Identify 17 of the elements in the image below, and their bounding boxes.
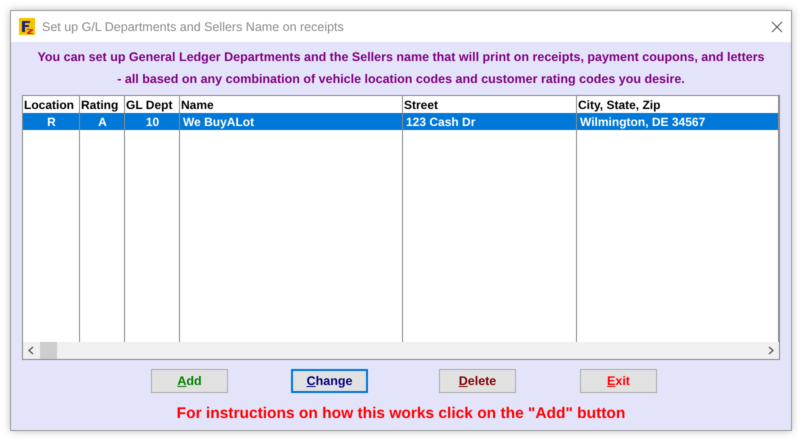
table-cell[interactable]: We BuyALot <box>180 113 403 130</box>
table-cell[interactable]: 10 <box>125 113 180 130</box>
table-cell[interactable]: R <box>23 113 80 130</box>
intro-text: - all based on any combination of vehicle location codes and customer rating codes you desire. <box>116 71 686 88</box>
table-cell[interactable]: A <box>80 113 125 130</box>
delete-button[interactable]: Delete <box>439 369 516 393</box>
instructions-text: For instructions on how this works click on the "Add" button <box>176 404 626 423</box>
add-button[interactable]: Add <box>151 369 228 393</box>
change-button[interactable]: Change <box>291 369 368 393</box>
window-title: Set up G/L Departments and Sellers Name on receipts <box>42 20 345 34</box>
table-cell[interactable]: Wilmington, DE 34567 <box>577 113 779 130</box>
intro-text: You can set up General Ledger Departments and the Sellers name that will print on receipts, payment coupons, and letters <box>36 49 766 66</box>
app-logo-icon <box>19 18 35 35</box>
table-cell[interactable]: 123 Cash Dr <box>403 113 577 130</box>
scroll-thumb[interactable] <box>40 342 57 359</box>
close-icon[interactable] <box>771 20 783 32</box>
horizontal-scrollbar[interactable] <box>23 342 779 359</box>
